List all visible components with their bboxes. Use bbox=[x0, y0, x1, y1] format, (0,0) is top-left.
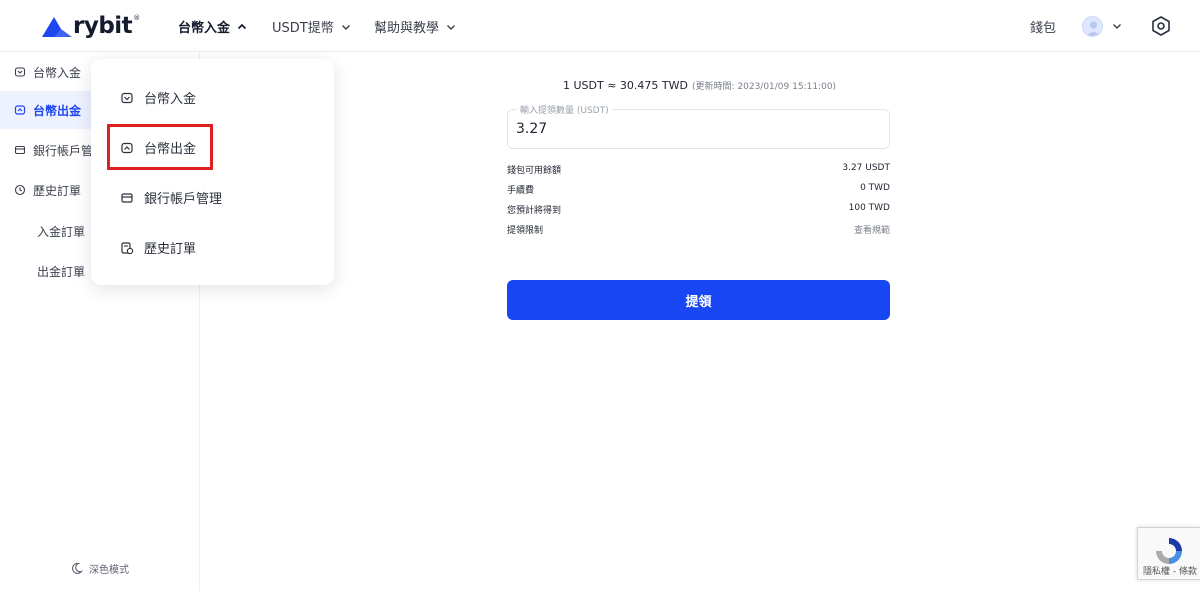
logo-text: rybit bbox=[73, 12, 133, 39]
recaptcha-logo-icon bbox=[1156, 538, 1182, 564]
info-row-expected-receive: 您預計將得到 100 TWD bbox=[507, 203, 890, 216]
info-label: 提領限制 bbox=[507, 226, 544, 236]
dropdown-item-twd-deposit[interactable]: 台幣入金 bbox=[120, 88, 196, 107]
card-icon bbox=[14, 145, 26, 155]
withdraw-submit-button[interactable]: 提領 bbox=[507, 280, 890, 320]
amount-input-label: 輸入提領數量 (USDT) bbox=[517, 103, 612, 116]
clock-icon bbox=[14, 184, 26, 196]
info-label: 手續費 bbox=[507, 186, 535, 196]
exchange-rate: 1 USDT ≈ 30.475 TWD (更新時間: 2023/01/09 15:… bbox=[563, 79, 836, 92]
chevron-down-icon bbox=[447, 24, 456, 30]
dropdown-item-order-history[interactable]: 歷史訂單 bbox=[120, 238, 196, 257]
amount-input-value[interactable]: 3.27 bbox=[516, 121, 547, 137]
recaptcha-privacy-terms[interactable]: 隱私權 - 條款 bbox=[1143, 564, 1197, 577]
dark-mode-toggle[interactable]: 深色模式 bbox=[70, 561, 129, 576]
user-icon bbox=[1086, 21, 1101, 36]
rate-text: 1 USDT ≈ 30.475 TWD bbox=[563, 79, 688, 92]
info-value: 100 TWD bbox=[848, 203, 890, 213]
chevron-up-icon bbox=[237, 23, 247, 29]
sidebar-item-label: 銀行帳戶管 bbox=[33, 143, 94, 158]
dropdown-item-label: 台幣出金 bbox=[144, 142, 197, 157]
info-value: 3.27 USDT bbox=[842, 163, 890, 173]
moon-icon bbox=[72, 562, 83, 574]
avatar[interactable] bbox=[1082, 16, 1103, 37]
dropdown-item-label: 台幣入金 bbox=[144, 92, 197, 107]
withdraw-icon bbox=[14, 105, 26, 115]
dropdown-item-label: 銀行帳戶管理 bbox=[144, 192, 223, 207]
info-label: 您預計將得到 bbox=[507, 206, 562, 216]
withdraw-icon bbox=[121, 142, 133, 153]
info-label: 錢包可用餘額 bbox=[507, 166, 562, 176]
deposit-dropdown-menu: 台幣入金 台幣出金 銀行帳戶管理 歷史訂單 bbox=[91, 59, 334, 285]
chevron-down-icon bbox=[341, 24, 350, 30]
info-row-fee: 手續費 0 TWD bbox=[507, 183, 890, 196]
sidebar-sub-withdraw-orders[interactable]: 出金訂單 bbox=[37, 263, 85, 280]
deposit-icon bbox=[121, 92, 133, 103]
nav-label: 台幣入金 bbox=[178, 21, 231, 36]
dark-mode-label: 深色模式 bbox=[89, 565, 129, 576]
chevron-down-icon[interactable] bbox=[1112, 21, 1122, 31]
rybit-logo[interactable]: rybit ® bbox=[42, 13, 140, 39]
card-icon bbox=[121, 192, 133, 203]
nav-twd-deposit[interactable]: 台幣入金 bbox=[178, 17, 247, 36]
sidebar-item-label: 台幣入金 bbox=[33, 65, 82, 80]
info-row-withdraw-limit: 提領限制 查看規範 bbox=[507, 223, 890, 236]
info-value: 0 TWD bbox=[860, 183, 890, 193]
sidebar-item-label: 台幣出金 bbox=[33, 103, 82, 118]
rate-updated-time: (更新時間: 2023/01/09 15:11:00) bbox=[691, 82, 837, 92]
sidebar-item-label: 歷史訂單 bbox=[33, 183, 82, 198]
nav-help[interactable]: 幫助與教學 bbox=[374, 17, 456, 36]
nav-label: USDT提幣 bbox=[272, 21, 334, 36]
settings-hexagon-icon[interactable] bbox=[1150, 15, 1172, 37]
order-history-icon bbox=[121, 241, 134, 254]
logo-mark-icon bbox=[42, 17, 72, 37]
sidebar-sub-deposit-orders[interactable]: 入金訂單 bbox=[37, 223, 85, 240]
nav-label: 幫助與教學 bbox=[374, 21, 440, 36]
dropdown-item-label: 歷史訂單 bbox=[144, 242, 197, 257]
deposit-icon bbox=[14, 67, 26, 77]
dropdown-item-bank-accounts[interactable]: 銀行帳戶管理 bbox=[120, 188, 222, 207]
dropdown-item-twd-withdraw[interactable]: 台幣出金 bbox=[120, 138, 196, 157]
logo-registered-mark: ® bbox=[133, 14, 141, 22]
top-navbar: rybit ® 台幣入金 USDT提幣 幫助與教學 錢包 bbox=[0, 0, 1200, 52]
view-rules-link[interactable]: 查看規範 bbox=[854, 223, 890, 236]
info-row-available-balance: 錢包可用餘額 3.27 USDT bbox=[507, 163, 890, 176]
nav-usdt-withdraw[interactable]: USDT提幣 bbox=[272, 17, 351, 36]
wallet-link[interactable]: 錢包 bbox=[1030, 17, 1056, 36]
